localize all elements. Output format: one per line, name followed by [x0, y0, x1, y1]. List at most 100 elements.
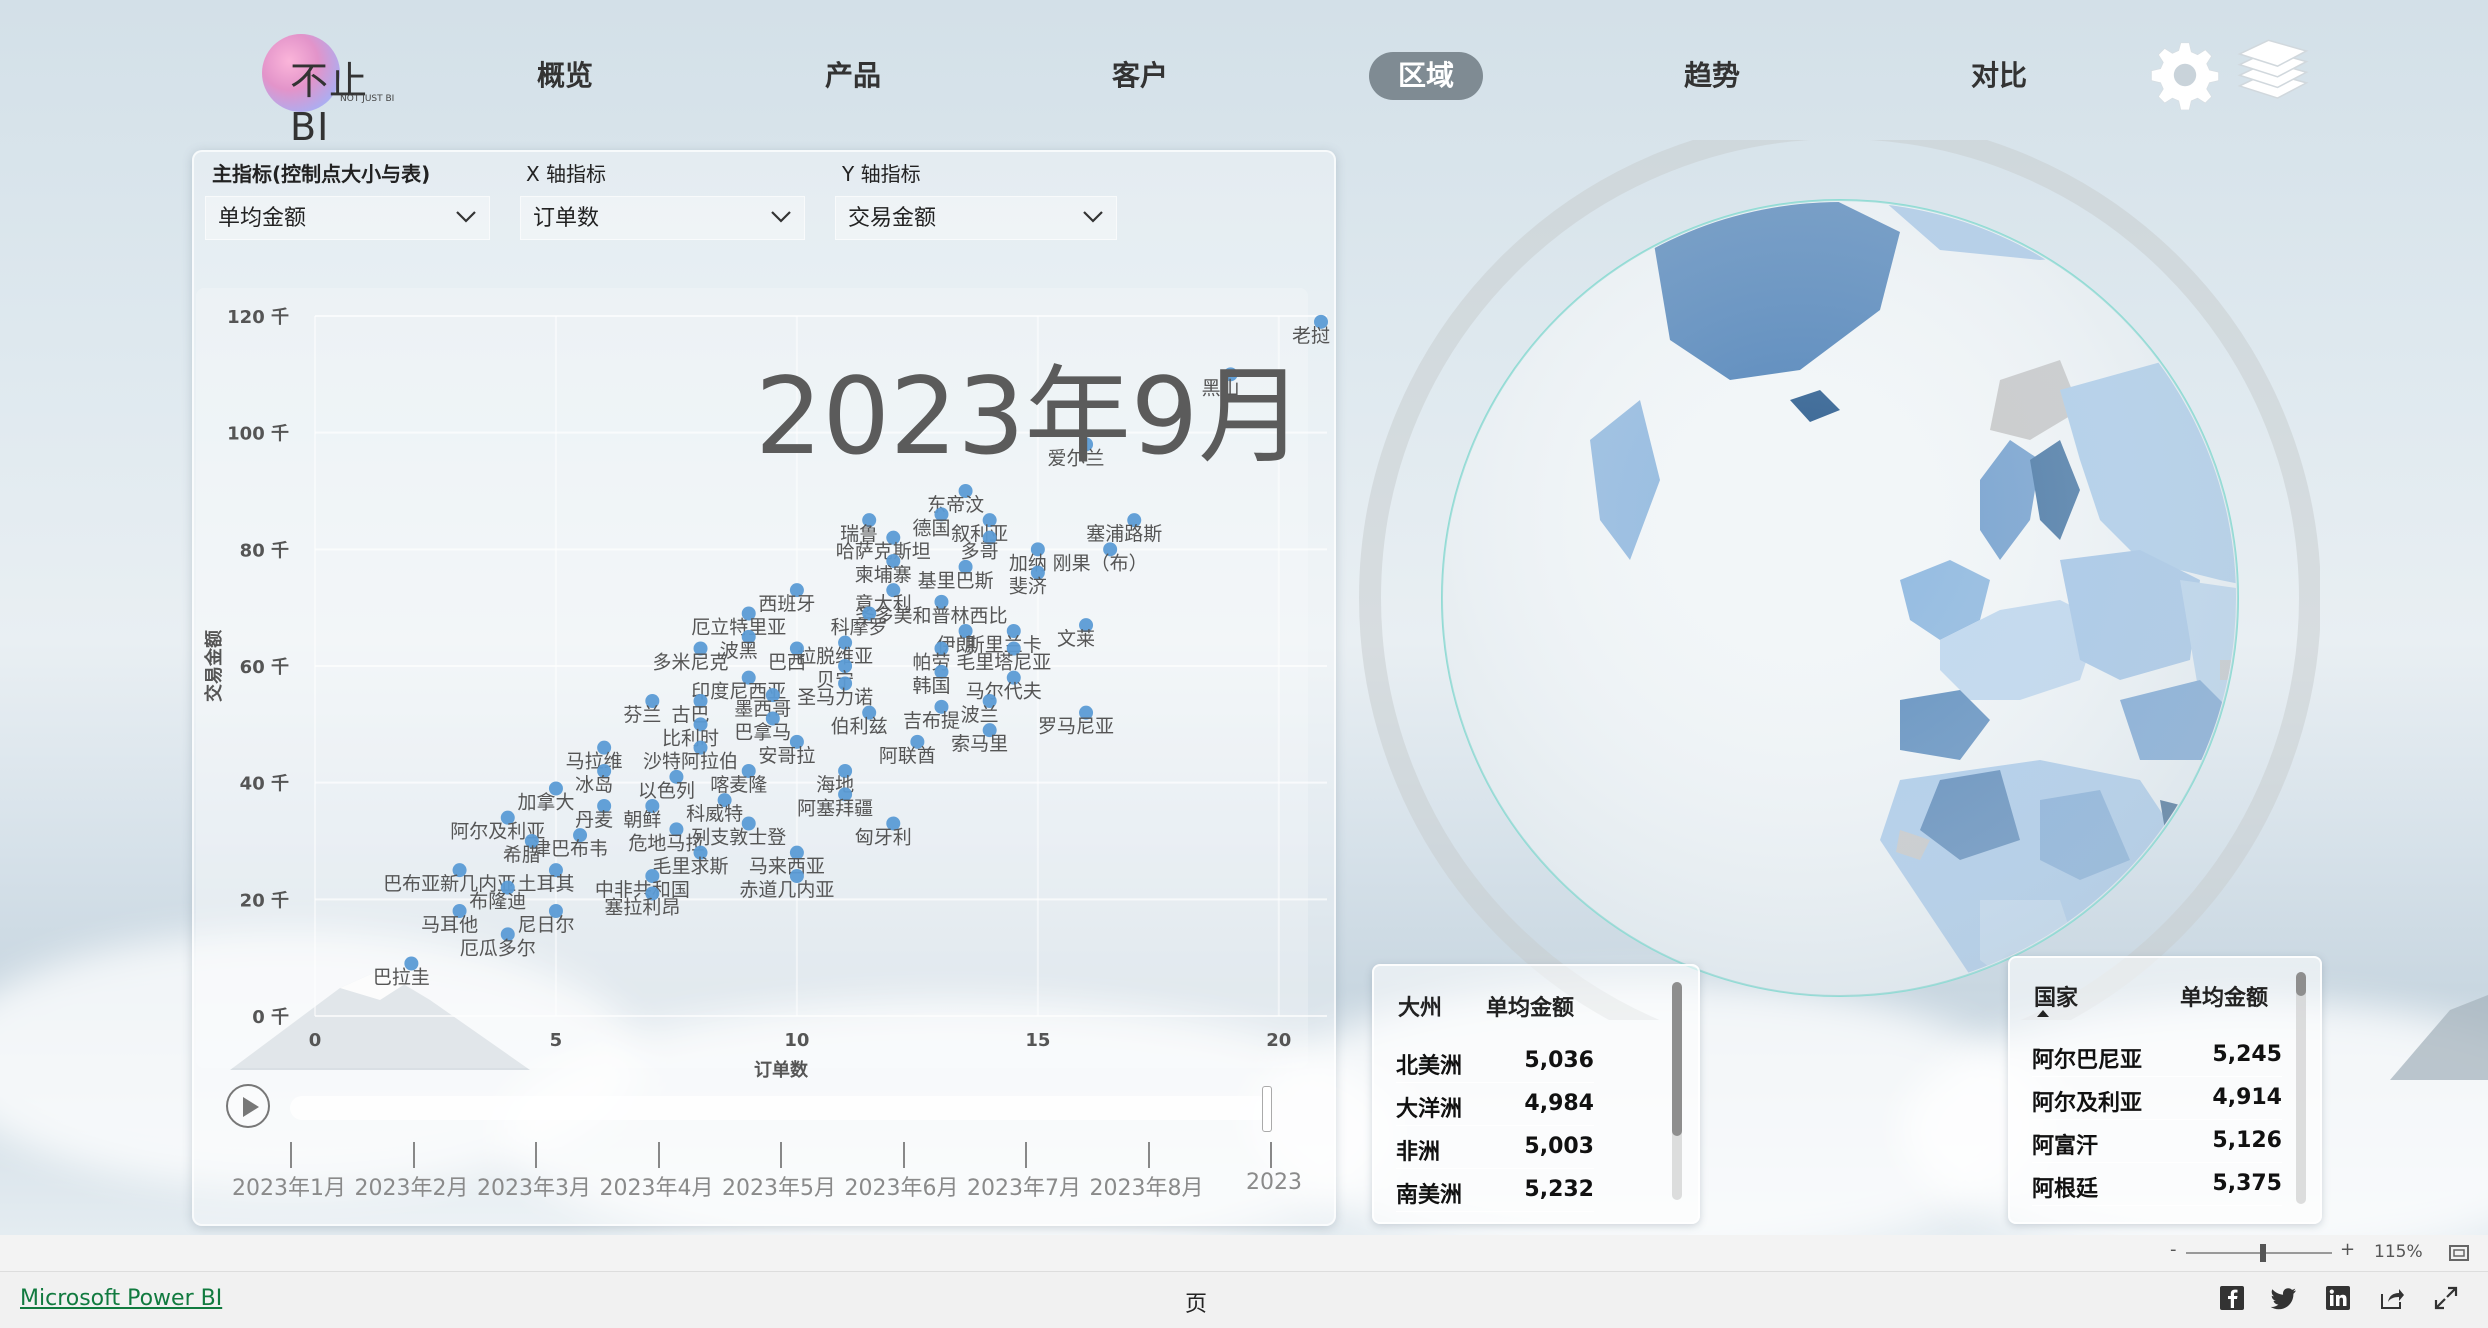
scatter-point-label: 吉布提	[903, 710, 960, 732]
table-row[interactable]: 南美洲 5,232	[1396, 1169, 1594, 1212]
country-scrollbar[interactable]	[2296, 972, 2306, 996]
scatter-point-label: 塞浦路斯	[1086, 523, 1162, 545]
table-row[interactable]: 阿尔及利亚 4,914	[2032, 1077, 2282, 1120]
scatter-point-label: 柬埔寨	[855, 564, 912, 586]
scatter-point-label: 斐济	[1009, 576, 1047, 598]
fit-to-page-icon[interactable]	[2448, 1243, 2470, 1263]
country-table: 国家 单均金额 阿尔巴尼亚 5,245 阿尔及利亚 4,914 阿富汗 5,126 阿根廷 5…	[2008, 956, 2322, 1224]
country-name-cell: 阿尔及利亚	[2032, 1091, 2143, 1116]
linkedin-icon[interactable]	[2324, 1284, 2352, 1312]
scatter-point-label: 基里巴斯	[918, 570, 994, 592]
play-axis-month-label[interactable]: 2023年1月	[232, 1170, 346, 1202]
x-metric-dropdown[interactable]: 订单数	[520, 196, 805, 240]
zoom-slider-track[interactable]	[2186, 1252, 2332, 1254]
scatter-point-label: 厄立特里亚	[691, 617, 786, 639]
play-axis-month-label[interactable]: 2023年9月	[1246, 1170, 1306, 1196]
scatter-point-label: 阿塞拜疆	[797, 797, 873, 819]
y-metric-label: Y 轴指标	[842, 162, 921, 186]
chevron-down-icon	[456, 211, 476, 223]
x-axis-title: 订单数	[754, 1059, 809, 1081]
play-axis-month-label[interactable]: 2023年3月	[477, 1170, 591, 1202]
continent-header[interactable]: 大州	[1398, 990, 1442, 1022]
scatter-point-label: 罗马尼亚	[1038, 716, 1114, 738]
fullscreen-icon[interactable]	[2432, 1284, 2460, 1312]
continent-name-cell: 非洲	[1396, 1140, 1441, 1165]
play-axis-month-label[interactable]: 2023年8月	[1090, 1170, 1204, 1202]
play-axis-month-label[interactable]: 2023年4月	[600, 1170, 714, 1202]
play-axis-tick	[535, 1142, 537, 1168]
play-axis-month-label[interactable]: 2023年5月	[722, 1170, 836, 1202]
table-row[interactable]: 北美洲 5,036	[1396, 1040, 1594, 1083]
play-axis-tick	[290, 1142, 292, 1168]
twitter-icon[interactable]	[2270, 1284, 2298, 1312]
country-value-header[interactable]: 单均金额	[2180, 980, 2268, 1012]
play-axis-tick	[1025, 1142, 1027, 1168]
mountain-decoration	[2390, 995, 2488, 1080]
play-axis-tick	[1147, 1142, 1150, 1168]
country-name-cell: 阿富汗	[2032, 1134, 2099, 1159]
nav-tab-compare[interactable]: 对比	[1964, 52, 2034, 100]
country-scroll-track[interactable]	[2296, 972, 2306, 1204]
x-tick-label: 0	[309, 1030, 322, 1051]
play-axis-tick	[1270, 1142, 1272, 1168]
x-tick-label: 5	[550, 1030, 563, 1051]
table-row[interactable]: 大洋洲 4,984	[1396, 1083, 1594, 1126]
play-axis-track[interactable]	[290, 1096, 1270, 1120]
sort-ascending-icon[interactable]	[2036, 1008, 2050, 1018]
scatter-point-label: 芬兰	[623, 704, 661, 726]
country-name-cell: 阿根廷	[2032, 1177, 2099, 1202]
play-icon	[243, 1097, 259, 1117]
report-canvas: 不止BI NOT JUST BI 概览 产品 客户 区域 趋势 对比 主指标(控…	[0, 0, 2488, 1235]
x-tick-label: 10	[784, 1030, 809, 1051]
nav-tab-trend[interactable]: 趋势	[1677, 52, 1747, 100]
scatter-point-label: 刚果（布）	[1053, 552, 1148, 574]
main-metric-dropdown[interactable]: 单均金额	[205, 196, 490, 240]
table-row[interactable]: 阿根廷 5,375	[2032, 1163, 2282, 1206]
scatter-point-label: 匈牙利	[855, 827, 912, 849]
nav-tab-product[interactable]: 产品	[818, 52, 888, 100]
nav-tab-overview[interactable]: 概览	[530, 52, 600, 100]
powerbi-link[interactable]: Microsoft Power BI	[20, 1286, 222, 1311]
globe-shading	[1442, 200, 2238, 996]
zoom-slider-thumb[interactable]	[2260, 1244, 2266, 1262]
nav-tab-region[interactable]: 区域	[1369, 52, 1483, 100]
play-axis-month-label[interactable]: 2023年6月	[845, 1170, 959, 1202]
play-axis-month-label[interactable]: 2023年7月	[967, 1170, 1081, 1202]
table-row[interactable]: 阿富汗 5,126	[2032, 1120, 2282, 1163]
x-metric-value: 订单数	[533, 206, 600, 231]
scatter-point-label: 马来西亚	[749, 856, 825, 878]
play-axis-month-label[interactable]: 2023年2月	[355, 1170, 469, 1202]
scatter-point-label: 朝鲜	[623, 809, 661, 831]
facebook-icon[interactable]	[2218, 1284, 2246, 1312]
layers-icon[interactable]	[2235, 38, 2311, 108]
play-button[interactable]	[226, 1084, 270, 1128]
y-metric-value: 交易金额	[848, 206, 937, 231]
main-metric-value: 单均金额	[218, 206, 307, 231]
scatter-point-label: 毛里求斯	[653, 856, 729, 878]
y-metric-dropdown[interactable]: 交易金额	[835, 196, 1117, 240]
table-row[interactable]: 阿尔巴尼亚 5,245	[2032, 1034, 2282, 1077]
continent-value-header[interactable]: 单均金额	[1486, 990, 1574, 1022]
zoom-out-button[interactable]: -	[2170, 1239, 2177, 1260]
scatter-point-label: 丹麦	[575, 809, 613, 831]
scatter-point-label: 韩国	[912, 675, 950, 697]
continent-scrollbar[interactable]	[1672, 982, 1682, 1136]
zoom-level: 115%	[2374, 1242, 2423, 1262]
globe-map[interactable]	[1340, 140, 2320, 1020]
region-yemen-oman[interactable]	[2240, 860, 2320, 940]
scatter-point-label: 以色列	[638, 780, 695, 802]
y-tick-label: 40 千	[240, 774, 289, 795]
share-icon[interactable]	[2378, 1284, 2406, 1312]
play-axis-thumb[interactable]	[1262, 1086, 1272, 1132]
logo: 不止BI NOT JUST BI	[262, 34, 402, 149]
continent-name-cell: 北美洲	[1396, 1054, 1463, 1079]
scatter-point-label: 比利时	[662, 727, 719, 749]
scatter-point-label: 布隆迪	[469, 891, 526, 913]
table-row[interactable]: 非洲 5,003	[1396, 1126, 1594, 1169]
zoom-in-button[interactable]: +	[2340, 1239, 2355, 1260]
scatter-point-label: 危地马拉	[628, 832, 704, 854]
play-axis-tick	[902, 1142, 905, 1168]
scatter-point-label: 墨西哥	[734, 698, 791, 720]
nav-tab-customer[interactable]: 客户	[1105, 52, 1175, 100]
gear-icon[interactable]	[2150, 40, 2220, 110]
